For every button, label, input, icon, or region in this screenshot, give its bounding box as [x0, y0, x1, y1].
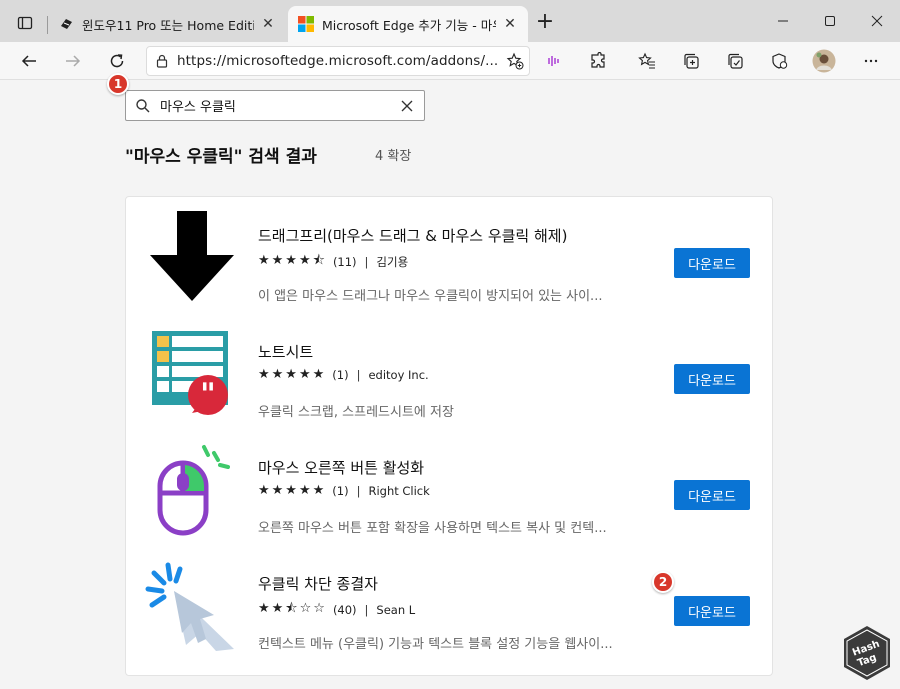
- extension-description: 이 앱은 마우스 드래그나 마우스 우클릭이 방지되어 있는 사이...: [258, 289, 603, 304]
- minimize-icon: [778, 20, 788, 22]
- review-count: (1): [332, 367, 349, 382]
- search-icon: [126, 98, 160, 114]
- list-item[interactable]: 우클릭 차단 종결자 ★★⯪☆☆ (40) | Sean L 컨텍스트 메뉴 (…: [126, 545, 774, 661]
- list-item[interactable]: 드래그프리(마우스 드래그 & 마우스 우클릭 해제) ★★★★⯪ (11) |…: [126, 197, 774, 313]
- close-window-button[interactable]: [864, 10, 890, 32]
- extension-name[interactable]: 드래그프리(마우스 드래그 & 마우스 우클릭 해제): [258, 225, 567, 246]
- refresh-button[interactable]: [104, 48, 130, 74]
- mouse-icon: [157, 445, 230, 536]
- extension-description: 오른쪽 마우스 버튼 포함 확장을 사용하면 텍스트 복사 및 컨텍...: [258, 521, 607, 536]
- extension-description: 컨텍스트 메뉴 (우클릭) 기능과 텍스트 블록 설정 기능을 웹사이...: [258, 637, 613, 652]
- download-button[interactable]: 다운로드: [674, 480, 750, 510]
- rating-stars: ★★★★★: [258, 483, 327, 498]
- extension-name[interactable]: 우클릭 차단 종결자: [258, 573, 378, 594]
- extension-purple-icon[interactable]: [543, 50, 565, 72]
- results-list: 드래그프리(마우스 드래그 & 마우스 우클릭 해제) ★★★★⯪ (11) |…: [125, 196, 773, 676]
- address-bar[interactable]: https://microsoftedge.microsoft.com/addo…: [146, 46, 530, 76]
- meta-separator: |: [356, 483, 361, 498]
- extension-meta: ★★⯪☆☆ (40) | Sean L: [258, 599, 415, 621]
- lock-icon[interactable]: [147, 54, 177, 68]
- tab-hashtag[interactable]: 윈도우11 Pro 또는 Home Edition ✕: [48, 6, 286, 42]
- extension-meta: ★★★★⯪ (11) | 김기용: [258, 251, 408, 273]
- extension-meta: ★★★★★ (1) | editoy Inc.: [258, 367, 429, 382]
- microsoft-logo-icon: [298, 16, 314, 32]
- clear-search-icon[interactable]: [390, 100, 424, 112]
- search-box[interactable]: 마우스 우클릭: [125, 90, 425, 121]
- svg-text:": ": [200, 377, 216, 412]
- extension-meta: ★★★★★ (1) | Right Click: [258, 483, 430, 498]
- author: Sean L: [376, 603, 416, 617]
- list-item[interactable]: " 노트시트 ★★★★★ (1) | editoy Inc. 우클릭 스크랩, …: [126, 313, 774, 429]
- hashtag-icon: [61, 19, 72, 29]
- tab-actions-icon: [17, 16, 33, 30]
- list-item[interactable]: 마우스 오른쪽 버튼 활성화 ★★★★★ (1) | Right Click 오…: [126, 429, 774, 545]
- refresh-icon: [110, 54, 124, 68]
- results-count: 4 확장: [375, 149, 412, 164]
- url-text[interactable]: https://microsoftedge.microsoft.com/addo…: [177, 53, 501, 69]
- add-favorite-icon[interactable]: [501, 52, 529, 70]
- favorites-icon[interactable]: [636, 50, 658, 72]
- author: editoy Inc.: [368, 367, 429, 382]
- forward-button[interactable]: [60, 48, 86, 74]
- forward-arrow-icon: [66, 55, 81, 67]
- close-icon: [871, 15, 883, 27]
- rating-stars: ★★★★⯪: [258, 253, 327, 268]
- tab-edge-addons[interactable]: Microsoft Edge 추가 기능 - 마우스 ✕: [288, 6, 528, 42]
- meta-separator: |: [364, 255, 369, 269]
- meta-separator: |: [356, 367, 361, 382]
- tab-actions-button[interactable]: [12, 12, 38, 34]
- extension-name[interactable]: 노트시트: [258, 341, 313, 362]
- collections-add-icon[interactable]: [680, 50, 702, 72]
- browser-essentials-icon[interactable]: [768, 50, 790, 72]
- results-heading: "마우스 우클릭" 검색 결과: [125, 147, 317, 167]
- tab-title: Microsoft Edge 추가 기능 - 마우스: [322, 17, 496, 33]
- browser-toolbar: https://microsoftedge.microsoft.com/addo…: [0, 42, 900, 80]
- search-input[interactable]: 마우스 우클릭: [160, 96, 390, 115]
- close-tab-icon[interactable]: ✕: [260, 16, 276, 32]
- rating-stars: ★★★★★: [258, 367, 327, 382]
- download-button[interactable]: 다운로드: [674, 248, 750, 278]
- back-button[interactable]: [16, 48, 42, 74]
- rating-stars: ★★⯪☆☆: [258, 601, 327, 616]
- extension-description: 우클릭 스크랩, 스프레드시트에 저장: [258, 405, 454, 420]
- addons-page: 마우스 우클릭 1 "마우스 우클릭" 검색 결과 4 확장 드래그프리(마우스…: [0, 73, 900, 689]
- down-arrow-icon: [150, 211, 234, 301]
- annotation-badge-1: 1: [107, 73, 129, 95]
- maximize-button[interactable]: [817, 10, 843, 32]
- new-tab-button[interactable]: +: [534, 11, 556, 34]
- collections-icon[interactable]: [724, 50, 746, 72]
- download-button[interactable]: 다운로드: [674, 596, 750, 626]
- more-menu-icon[interactable]: [860, 50, 882, 72]
- review-count: (40): [332, 603, 357, 617]
- review-count: (1): [332, 483, 349, 498]
- hashtag-watermark-logo: Hash Tag: [844, 626, 890, 680]
- tab-title: 윈도우11 Pro 또는 Home Edition: [82, 17, 254, 33]
- maximize-icon: [825, 16, 835, 26]
- spreadsheet-quote-icon: ": [152, 331, 228, 415]
- profile-avatar[interactable]: [812, 49, 836, 73]
- author: 김기용: [376, 255, 409, 269]
- cursor-click-icon: [145, 562, 234, 651]
- extension-name[interactable]: 마우스 오른쪽 버튼 활성화: [258, 457, 424, 478]
- close-tab-icon[interactable]: ✕: [502, 16, 518, 32]
- annotation-badge-2: 2: [652, 571, 674, 593]
- tab-strip: 윈도우11 Pro 또는 Home Edition ✕ Microsoft Ed…: [0, 0, 900, 42]
- minimize-button[interactable]: [770, 10, 796, 32]
- extensions-icon[interactable]: [587, 50, 609, 72]
- meta-separator: |: [364, 603, 369, 617]
- download-button[interactable]: 다운로드: [674, 364, 750, 394]
- back-arrow-icon: [21, 55, 36, 67]
- review-count: (11): [332, 255, 357, 269]
- author: Right Click: [368, 483, 430, 498]
